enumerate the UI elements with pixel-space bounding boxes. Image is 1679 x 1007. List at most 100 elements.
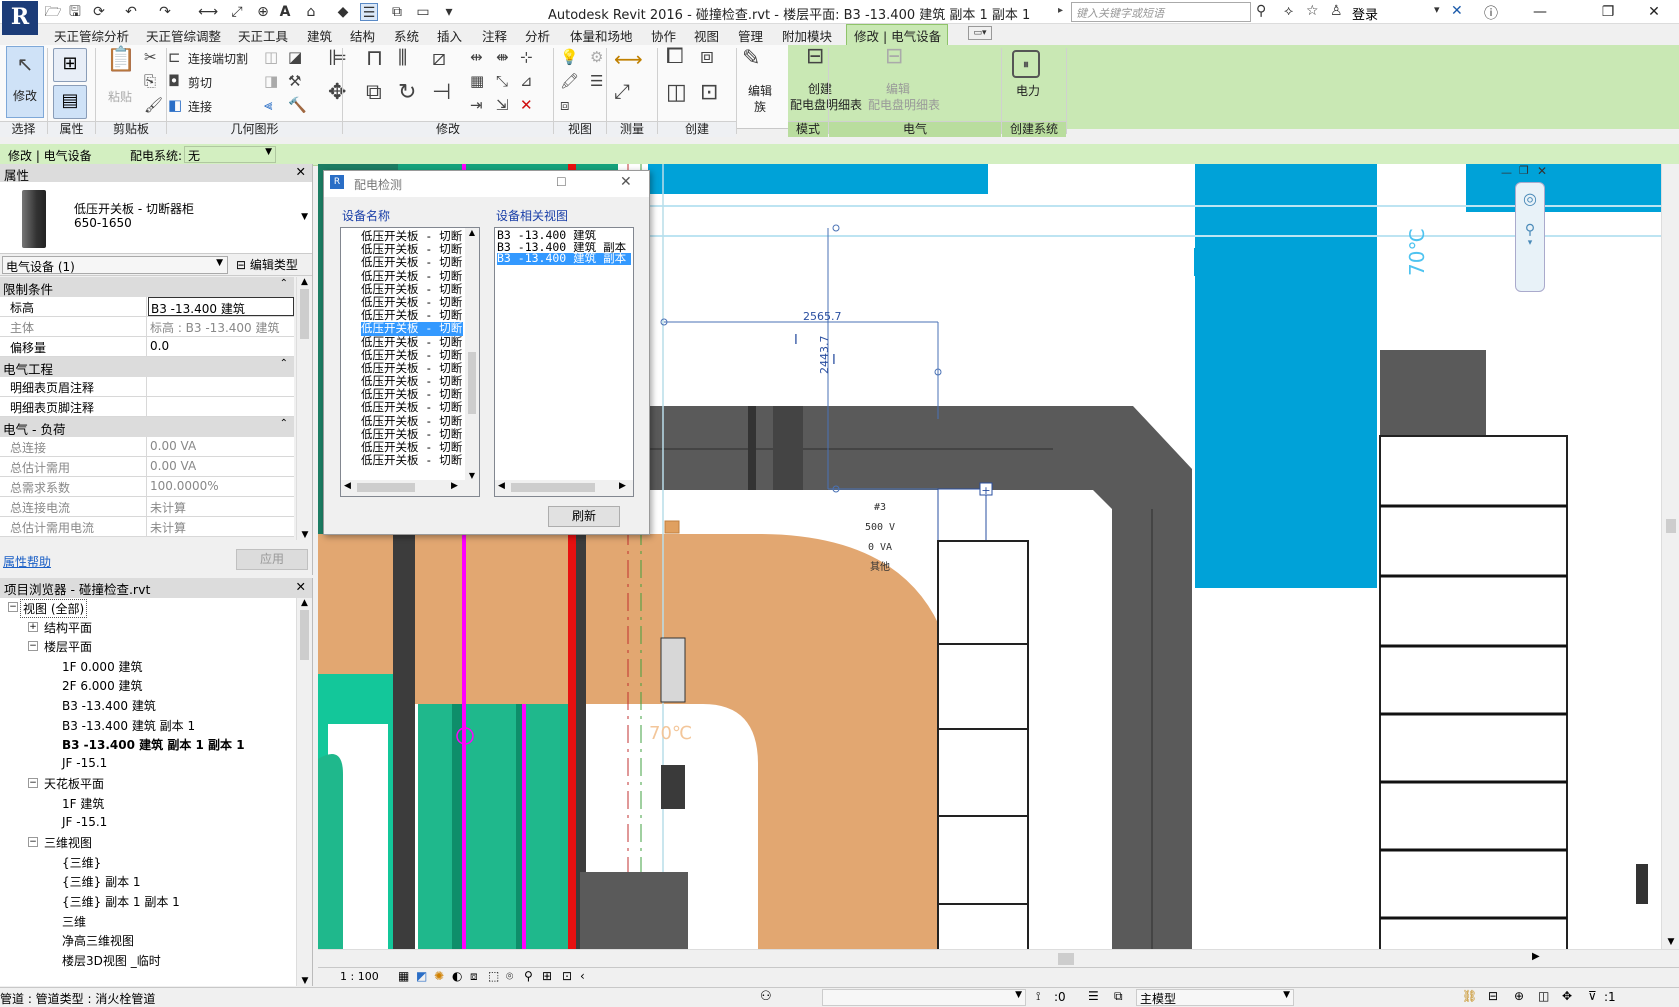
open-icon[interactable]: 🗁 bbox=[44, 3, 62, 21]
design-option-select[interactable]: 主模型 ▼ bbox=[1136, 989, 1294, 1006]
editable-only-icon[interactable]: ⧉ bbox=[1114, 989, 1123, 1004]
view-close-icon[interactable]: ✕ bbox=[1537, 164, 1547, 178]
section-icon[interactable]: ◆ bbox=[334, 3, 352, 21]
hide-icon[interactable]: 💡 bbox=[560, 48, 579, 66]
view-scale[interactable]: 1 : 100 bbox=[340, 970, 379, 983]
dimension-grip[interactable] bbox=[832, 224, 840, 232]
scissors-icon[interactable]: ✂ bbox=[144, 48, 157, 66]
scroll-thumb[interactable] bbox=[300, 610, 309, 660]
power-label[interactable]: 电力 bbox=[1016, 82, 1040, 99]
create-parts-icon[interactable]: ◫ bbox=[666, 82, 687, 104]
selected-panel[interactable] bbox=[937, 488, 987, 542]
favorites-icon[interactable]: ☆ bbox=[1306, 3, 1319, 19]
tab-collaborate[interactable]: 协作 bbox=[651, 26, 676, 45]
minimize-button[interactable]: — bbox=[1520, 2, 1560, 22]
close-hidden-icon[interactable]: ⧉ bbox=[388, 3, 406, 21]
scroll-thumb[interactable] bbox=[300, 289, 309, 339]
cyan-duct-large[interactable] bbox=[1195, 164, 1377, 588]
tab-systems[interactable]: 系统 bbox=[394, 26, 419, 45]
help-icon[interactable]: ⓘ bbox=[1484, 3, 1498, 23]
tab-annotate[interactable]: 注释 bbox=[482, 26, 507, 45]
device-list-item[interactable]: 低压开关板 - 切断 bbox=[361, 349, 463, 362]
save-icon[interactable]: 🖫 bbox=[66, 3, 84, 21]
device-list-item[interactable]: 低压开关板 - 切断 bbox=[361, 322, 463, 336]
green-pipe-cluster[interactable] bbox=[418, 704, 568, 967]
dialog-close-icon[interactable]: ✕ bbox=[620, 174, 632, 190]
browser-item[interactable]: JF -15.1 bbox=[62, 815, 107, 829]
gray-pipe[interactable] bbox=[393, 484, 415, 967]
tab-manage[interactable]: 管理 bbox=[738, 26, 763, 45]
properties-scrollbar[interactable]: ▲ ▼ bbox=[296, 277, 312, 540]
browser-scrollbar[interactable]: ▲ ▼ bbox=[296, 598, 312, 986]
equipment-box[interactable] bbox=[660, 637, 686, 703]
move-icon[interactable]: ✥ bbox=[328, 82, 346, 104]
create-assembly-icon[interactable]: ⧈ bbox=[700, 46, 714, 68]
binoculars-icon[interactable]: ⚲ bbox=[1256, 3, 1266, 19]
scroll-thumb[interactable] bbox=[511, 483, 595, 492]
linework-icon[interactable]: ☰ bbox=[590, 72, 603, 90]
device-list-item[interactable]: 低压开关板 - 切断 bbox=[361, 256, 463, 269]
device-list-item[interactable]: 低压开关板 - 切断 bbox=[361, 388, 463, 401]
view-list-item[interactable]: B3 -13.400 建筑 bbox=[497, 230, 631, 242]
device-list-item[interactable]: 低压开关板 - 切断 bbox=[361, 336, 463, 349]
tree-toggle-icon[interactable]: − bbox=[8, 602, 18, 612]
type-selector[interactable]: 低压开关板 - 切断器柜 650-1650 ▼ bbox=[0, 182, 312, 254]
browser-item[interactable]: 楼层平面 bbox=[44, 638, 92, 655]
split-gap-icon[interactable]: ⇼ bbox=[496, 48, 509, 66]
exchange-apps-icon[interactable]: ✕ bbox=[1451, 3, 1463, 19]
dimension-text-horizontal[interactable]: 2565.7 bbox=[803, 310, 842, 323]
tab-architecture[interactable]: 建筑 bbox=[307, 26, 332, 45]
equipment-box[interactable] bbox=[661, 765, 685, 809]
visual-style-icon[interactable]: ◩ bbox=[416, 969, 427, 983]
green-pipe-bend[interactable] bbox=[318, 754, 343, 967]
tree-toggle-icon[interactable]: − bbox=[28, 641, 38, 652]
trim-icon[interactable]: ⊣ bbox=[432, 82, 451, 104]
browser-item[interactable]: {三维} bbox=[62, 854, 101, 871]
panel-board-right[interactable] bbox=[1379, 435, 1568, 967]
device-list-item[interactable]: 低压开关板 - 切断 bbox=[361, 441, 463, 454]
group-electrical-engineering[interactable]: 电气工程 ⌃ bbox=[0, 357, 294, 377]
browser-item[interactable]: {三维} 副本 1 副本 1 bbox=[62, 893, 180, 910]
scroll-left-icon[interactable]: ◀ bbox=[498, 481, 505, 491]
close-icon[interactable]: ✕ bbox=[296, 579, 306, 594]
scroll-up-icon[interactable]: ▲ bbox=[297, 277, 312, 287]
array-icon[interactable]: ▦ bbox=[470, 72, 484, 90]
unpin-icon[interactable]: ⊿ bbox=[520, 72, 533, 90]
join-label[interactable]: 连接 bbox=[188, 98, 212, 115]
scroll-thumb[interactable] bbox=[357, 483, 415, 492]
dialog-maximize-icon[interactable]: ☐ bbox=[556, 175, 567, 189]
measure-icon[interactable]: ⟷ bbox=[198, 3, 218, 21]
edit-type-button[interactable]: ⊟ 编辑类型 bbox=[236, 256, 298, 273]
schedule-header-field[interactable] bbox=[148, 377, 294, 396]
device-list-item[interactable]: 低压开关板 - 切断 bbox=[361, 296, 463, 309]
split-face-icon[interactable]: ◪ bbox=[288, 48, 302, 66]
device-list-item[interactable]: 低压开关板 - 切断 bbox=[361, 270, 463, 283]
browser-item[interactable]: 2F 6.000 建筑 bbox=[62, 677, 143, 694]
filter-icon[interactable]: ⊽ bbox=[1588, 989, 1597, 1003]
sign-in-link[interactable]: 登录 bbox=[1352, 4, 1378, 23]
tab-tz-adjust[interactable]: 天正管综调整 bbox=[146, 26, 221, 45]
type-properties-icon[interactable]: ⊞ bbox=[53, 48, 87, 82]
tab-analyze[interactable]: 分析 bbox=[525, 26, 550, 45]
search-input[interactable]: 键入关键字或短语 bbox=[1071, 2, 1251, 22]
worksets-icon[interactable]: ⚇ bbox=[760, 989, 772, 1004]
scroll-thumb[interactable] bbox=[468, 352, 476, 414]
view-restore-icon[interactable]: ❐ bbox=[1519, 164, 1529, 177]
tab-structure[interactable]: 结构 bbox=[350, 26, 375, 45]
scroll-thumb[interactable] bbox=[1666, 519, 1676, 533]
cope-icon[interactable]: ⊏ bbox=[168, 48, 181, 66]
level-field[interactable]: B3 -13.400 建筑 bbox=[148, 297, 294, 316]
view-list[interactable]: B3 -13.400 建筑 B3 -13.400 建筑 副本 1 B3 -13.40… bbox=[494, 227, 634, 497]
tree-toggle-icon[interactable]: − bbox=[28, 837, 38, 848]
dimension-text-vertical[interactable]: 2443.7 bbox=[818, 336, 831, 375]
redo-icon[interactable]: ↷ bbox=[156, 3, 174, 21]
distribution-system-select[interactable]: 无 ▼ bbox=[184, 146, 276, 163]
group-electrical-loads[interactable]: 电气 - 负荷 ⌃ bbox=[0, 417, 294, 437]
tab-modify-electrical[interactable]: 修改 | 电气设备 bbox=[854, 26, 941, 45]
extend-icon[interactable]: ⇲ bbox=[496, 96, 509, 114]
tab-view[interactable]: 视图 bbox=[694, 26, 719, 45]
close-button[interactable]: ✕ bbox=[1634, 2, 1674, 22]
zoom-dropdown-icon[interactable]: ▾ bbox=[1516, 238, 1544, 248]
design-options-icon[interactable]: ☰ bbox=[1088, 989, 1099, 1003]
steering-wheel-icon[interactable]: ◎ bbox=[1516, 189, 1544, 208]
